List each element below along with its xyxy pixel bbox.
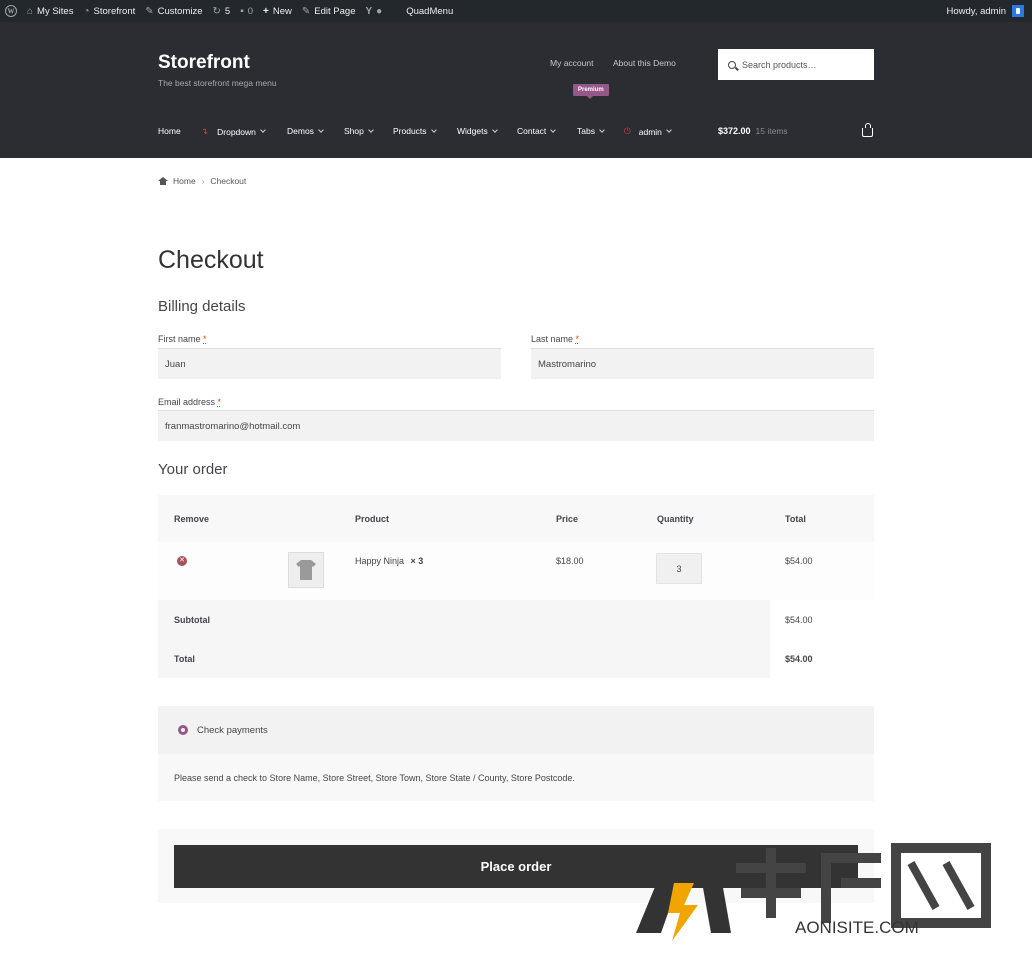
radio-selected-icon[interactable] [178,725,188,735]
watermark-text: AONISITE.COM [795,918,919,937]
chevron-down-icon [368,126,374,133]
product-total: $54.00 [785,556,813,566]
subtotal-value: $54.00 [785,614,813,625]
product-price: $18.00 [556,556,584,566]
nav-item-dropdown[interactable]: ↴ Dropdown [201,126,266,137]
last-name-field[interactable]: Mastromarino [531,348,874,379]
first-name-field[interactable]: Juan [158,348,501,379]
col-quantity: Quantity [657,513,694,524]
col-product: Product [355,513,390,524]
chevron-down-icon [666,127,672,133]
plus-icon: + [263,5,269,17]
table-header: Remove Product Price Quantity Total [158,495,874,542]
nav-item-demos[interactable]: Demos [287,126,324,136]
breadcrumb-current: Checkout [210,176,247,186]
payment-method-check[interactable]: Check payments [158,706,874,754]
remove-item-icon[interactable]: ✕ [177,556,187,566]
site-description: The best storefront mega menu [158,78,277,88]
basket-icon[interactable] [862,123,873,137]
updates-icon: ↻ [212,5,221,17]
subtotal-row: Subtotal [158,600,770,639]
billing-heading: Billing details [158,298,246,315]
chevron-down-icon [318,126,324,133]
comments-menu[interactable]: ▪ 0 [235,0,258,22]
home-icon [158,177,168,185]
new-menu[interactable]: + New [258,0,297,22]
nav-item-contact[interactable]: Contact [517,126,557,136]
search-icon [728,60,736,69]
nav-item-tabs[interactable]: Tabs [577,126,605,136]
email-field[interactable]: franmastromarino@hotmail.com [158,410,874,441]
col-total: Total [785,513,806,524]
customize-menu[interactable]: ✎ Customize [140,0,207,22]
quadmenu-menu[interactable]: QuadMenu [401,0,458,22]
cart-link[interactable]: $372.00 15 items [718,126,788,136]
primary-nav: Home ↴ Dropdown Demos Shop Products Widge… [0,126,1032,138]
total-row: Total [158,639,770,678]
chevron-down-icon [260,127,266,133]
last-name-label: Last name * [531,334,580,344]
dropdown-arrow-icon: ↴ [201,126,209,136]
product-thumbnail[interactable] [288,552,324,588]
col-price: Price [556,513,579,524]
email-label: Email address * [158,397,222,407]
comment-icon: ▪ [240,5,244,17]
account-menu[interactable]: Howdy, admin [947,5,1032,17]
order-heading: Your order [158,461,228,478]
order-table: Remove Product Price Quantity Total ✕ Ha… [158,495,874,600]
site-title[interactable]: Storefront [158,52,250,74]
search-input[interactable]: Search products… [718,49,874,80]
updates-menu[interactable]: ↻ 5 [208,0,236,22]
nav-item-shop[interactable]: Shop [344,126,374,136]
nav-item-widgets[interactable]: Widgets [457,126,498,136]
quantity-input[interactable]: 3 [656,553,702,584]
storefront-menu[interactable]: ◔ Storefront [78,0,140,22]
tshirt-icon [296,560,316,580]
breadcrumb-separator: › [201,176,205,186]
chevron-down-icon [599,126,605,133]
sites-icon: ⌂ [27,5,34,17]
about-link[interactable]: About this Demo [613,58,676,68]
total-value: $54.00 [785,653,813,664]
page-title: Checkout [158,246,264,274]
brush-icon: ✎ [145,5,154,17]
pencil-icon: ✎ [301,5,311,17]
col-remove: Remove [174,513,210,524]
avatar [1012,5,1024,17]
edit-page-menu[interactable]: ✎ Edit Page [297,0,361,22]
breadcrumb-home[interactable]: Home [173,176,196,186]
premium-badge: Premium [573,84,609,99]
wordpress-logo-button[interactable]: W [0,0,22,22]
wordpress-icon: W [5,5,17,17]
my-sites-menu[interactable]: ⌂ My Sites [22,0,78,22]
svg-text:W: W [8,8,15,16]
payment-description: Please send a check to Store Name, Store… [158,754,874,801]
chevron-down-icon [491,126,498,133]
power-icon: ⏻ [624,126,631,136]
first-name-label: First name * [158,334,207,344]
dashboard-icon: ◔ [83,5,90,17]
nav-item-products[interactable]: Products [393,126,437,136]
chevron-down-icon [550,126,557,133]
yoast-menu[interactable]: Y ● [361,0,392,22]
yoast-icon: Y [365,5,373,17]
breadcrumb: Home › Checkout [158,176,246,186]
table-row: ✕ Happy Ninja × 3 $18.00 3 $54.00 [158,542,874,600]
admin-bar: W ⌂ My Sites ◔ Storefront ✎ Customize ↻ 5 ▪ 0… [0,0,1032,22]
chevron-down-icon [430,126,437,133]
nav-item-home[interactable]: Home [158,126,181,136]
product-name[interactable]: Happy Ninja × 3 [355,556,423,566]
nav-item-admin[interactable]: ⏻ admin [624,126,672,137]
status-dot-icon: ● [376,5,383,17]
my-account-link[interactable]: My account [550,58,593,68]
